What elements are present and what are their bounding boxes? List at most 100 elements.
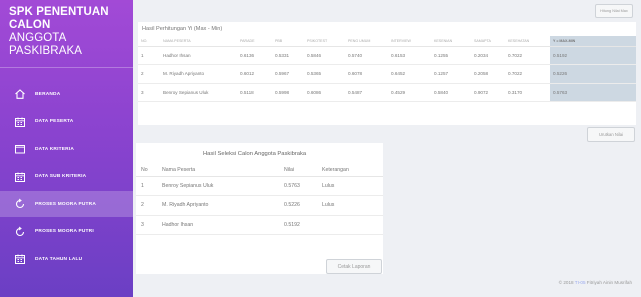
sidebar-item-data-sub-kriteria[interactable]: DATA SUB KRITERIA <box>0 164 133 190</box>
cell-value: 0.6078 <box>345 64 388 84</box>
cell-value: 0.2034 <box>471 46 505 65</box>
col-peng-umum: PENG UMUM <box>345 36 388 47</box>
selection-title: Hasil Seleksi Calon Anggota Paskibraka <box>203 151 307 157</box>
sidebar-item-data-kriteria[interactable]: DATA KRITERIA <box>0 136 133 162</box>
cell-value: 0.6086 <box>304 83 345 102</box>
cell-value: 0.1257 <box>431 64 471 84</box>
home-icon <box>13 88 26 101</box>
window-icon <box>13 143 26 156</box>
sidebar-item-label: PROSES MOORA PUTRA <box>35 201 96 207</box>
cell-nama: M. Riyadh Apriyanto <box>162 195 284 216</box>
sidebar-nav: BERANDA DATA PESERTA DATA KRITERIA DATA … <box>0 81 133 272</box>
cell-value: 0.7022 <box>505 64 550 84</box>
cell-nama: Hadhor Ihsan <box>160 46 237 65</box>
selection-header-row: No Nama Peserta Nilai Keterangan <box>136 164 383 177</box>
cell-no: 1 <box>138 46 160 65</box>
sidebar-item-label: PROSES MOORA PUTRI <box>35 229 94 234</box>
table-row: 2 M. Riyadh Apriyanto 0.5226 Lulus <box>136 195 383 216</box>
col-interview: INTERVIEW <box>388 36 431 47</box>
cell-y-value: 0.5192 <box>550 46 636 65</box>
cell-nilai: 0.5763 <box>284 176 322 196</box>
col-samapta: SAMAPTA <box>471 36 505 47</box>
cell-value: 0.5840 <box>431 83 471 102</box>
cell-nilai: 0.5226 <box>284 195 322 216</box>
hitung-nilai-max-button[interactable]: Hitung Nilai Max <box>595 4 633 18</box>
urutkan-nilai-button[interactable]: Urutkan Nilai <box>587 127 635 142</box>
brand-divider <box>0 67 133 68</box>
cell-value: 0.5998 <box>272 83 304 102</box>
col-pbb: PBB <box>272 36 304 47</box>
sidebar-item-data-tahun-lalu[interactable]: DATA TAHUN LALU <box>0 246 133 272</box>
cell-value: 0.7022 <box>505 46 550 65</box>
col-no: NO. <box>138 36 160 47</box>
cell-value: 0.6452 <box>388 64 431 84</box>
sidebar: SPK PENENTUAN CALON ANGGOTA PASKIBRAKA B… <box>0 0 133 297</box>
cell-value: 0.5331 <box>272 46 304 65</box>
cell-value: 0.5740 <box>345 46 388 65</box>
cell-value: 0.6136 <box>237 46 272 65</box>
table-row: 1 Hadhor Ihsan 0.6136 0.5331 0.5846 0.57… <box>138 46 636 65</box>
cell-nama: Benroy Sepianus Uluk <box>160 83 237 102</box>
cell-value: 0.2058 <box>471 64 505 84</box>
cell-value: 0.1255 <box>431 46 471 65</box>
cell-value: 0.5365 <box>304 64 345 84</box>
footer: © 2018 TI-05 Fitriyah Ainin Musrifah <box>559 280 632 285</box>
cell-value: 0.3170 <box>505 83 550 102</box>
cell-keterangan: Lulus <box>322 176 383 196</box>
sidebar-item-data-peserta[interactable]: DATA PESERTA <box>0 109 133 135</box>
cell-value: 0.9072 <box>471 83 505 102</box>
footer-suffix: Fitriyah Ainin Musrifah <box>585 280 632 285</box>
cell-y-value: 0.5763 <box>550 83 636 102</box>
sidebar-item-label: DATA SUB KRITERIA <box>35 174 87 179</box>
cell-nilai: 0.5192 <box>284 215 322 235</box>
col-y-max-min: Y = MAX-MIN <box>550 36 636 47</box>
cell-value: 0.5967 <box>272 64 304 84</box>
calendar-icon <box>13 253 26 266</box>
col-no: No <box>136 164 162 177</box>
cell-nama: Benroy Sepianus Uluk <box>162 176 284 196</box>
selection-panel: Hasil Seleksi Calon Anggota Paskibraka N… <box>136 143 383 274</box>
table-row: 3 Benroy Sepianus Uluk 0.5118 0.5998 0.6… <box>138 83 636 102</box>
calendar-icon <box>13 115 26 128</box>
results-header-row: NO. NAMA PESERTA PARADE PBB PSIKOTEST PE… <box>138 36 636 47</box>
col-parade: PARADE <box>237 36 272 47</box>
cetak-laporan-button[interactable]: Cetak Laporan <box>326 259 382 274</box>
cell-keterangan <box>322 215 383 235</box>
col-kesenian: KESENIAN <box>431 36 471 47</box>
col-kesehatan: KESEHATAN <box>505 36 550 47</box>
cell-value: 0.4529 <box>388 83 431 102</box>
table-row: 3 Hadhor Ihsan 0.5192 <box>136 215 383 235</box>
selection-table: No Nama Peserta Nilai Keterangan 1 Benro… <box>136 164 383 235</box>
col-nilai: Nilai <box>284 164 322 177</box>
sidebar-item-label: DATA PESERTA <box>35 119 74 124</box>
footer-link[interactable]: TI-05 <box>575 280 586 285</box>
results-table: NO. NAMA PESERTA PARADE PBB PSIKOTEST PE… <box>138 36 636 102</box>
cell-value: 0.6012 <box>237 64 272 84</box>
sidebar-item-label: BERANDA <box>35 91 61 97</box>
table-row: 1 Benroy Sepianus Uluk 0.5763 Lulus <box>136 176 383 196</box>
cell-no: 1 <box>136 176 162 196</box>
col-nama-peserta: Nama Peserta <box>162 164 284 177</box>
sidebar-item-beranda[interactable]: BERANDA <box>0 81 133 107</box>
results-card: Hasil Perhitungan Yi (Max - Min) NO. NAM… <box>138 22 636 125</box>
table-row: 2 M. Riyadh Apriyanto 0.6012 0.5967 0.53… <box>138 64 636 84</box>
brand-line1: SPK PENENTUAN CALON <box>9 6 109 31</box>
cell-nama: M. Riyadh Apriyanto <box>160 64 237 84</box>
cell-value: 0.5487 <box>345 83 388 102</box>
results-title: Hasil Perhitungan Yi (Max - Min) <box>142 26 223 32</box>
cell-value: 0.6153 <box>388 46 431 65</box>
col-keterangan: Keterangan <box>322 164 383 177</box>
col-nama-peserta: NAMA PESERTA <box>160 36 237 47</box>
cell-no: 2 <box>138 64 160 84</box>
cell-y-value: 0.5226 <box>550 64 636 84</box>
cell-nama: Hadhor Ihsan <box>162 215 284 235</box>
brand-line2: ANGGOTA PASKIBRAKA <box>9 32 83 57</box>
sidebar-item-label: DATA KRITERIA <box>35 146 75 152</box>
cell-keterangan: Lulus <box>322 195 383 216</box>
calendar-icon <box>13 170 26 183</box>
cell-no: 3 <box>136 215 162 235</box>
sidebar-item-proses-moora-putri[interactable]: PROSES MOORA PUTRI <box>0 219 133 245</box>
sidebar-item-proses-moora-putra[interactable]: PROSES MOORA PUTRA <box>0 191 133 217</box>
refresh-icon <box>13 225 26 238</box>
refresh-icon <box>13 198 26 211</box>
